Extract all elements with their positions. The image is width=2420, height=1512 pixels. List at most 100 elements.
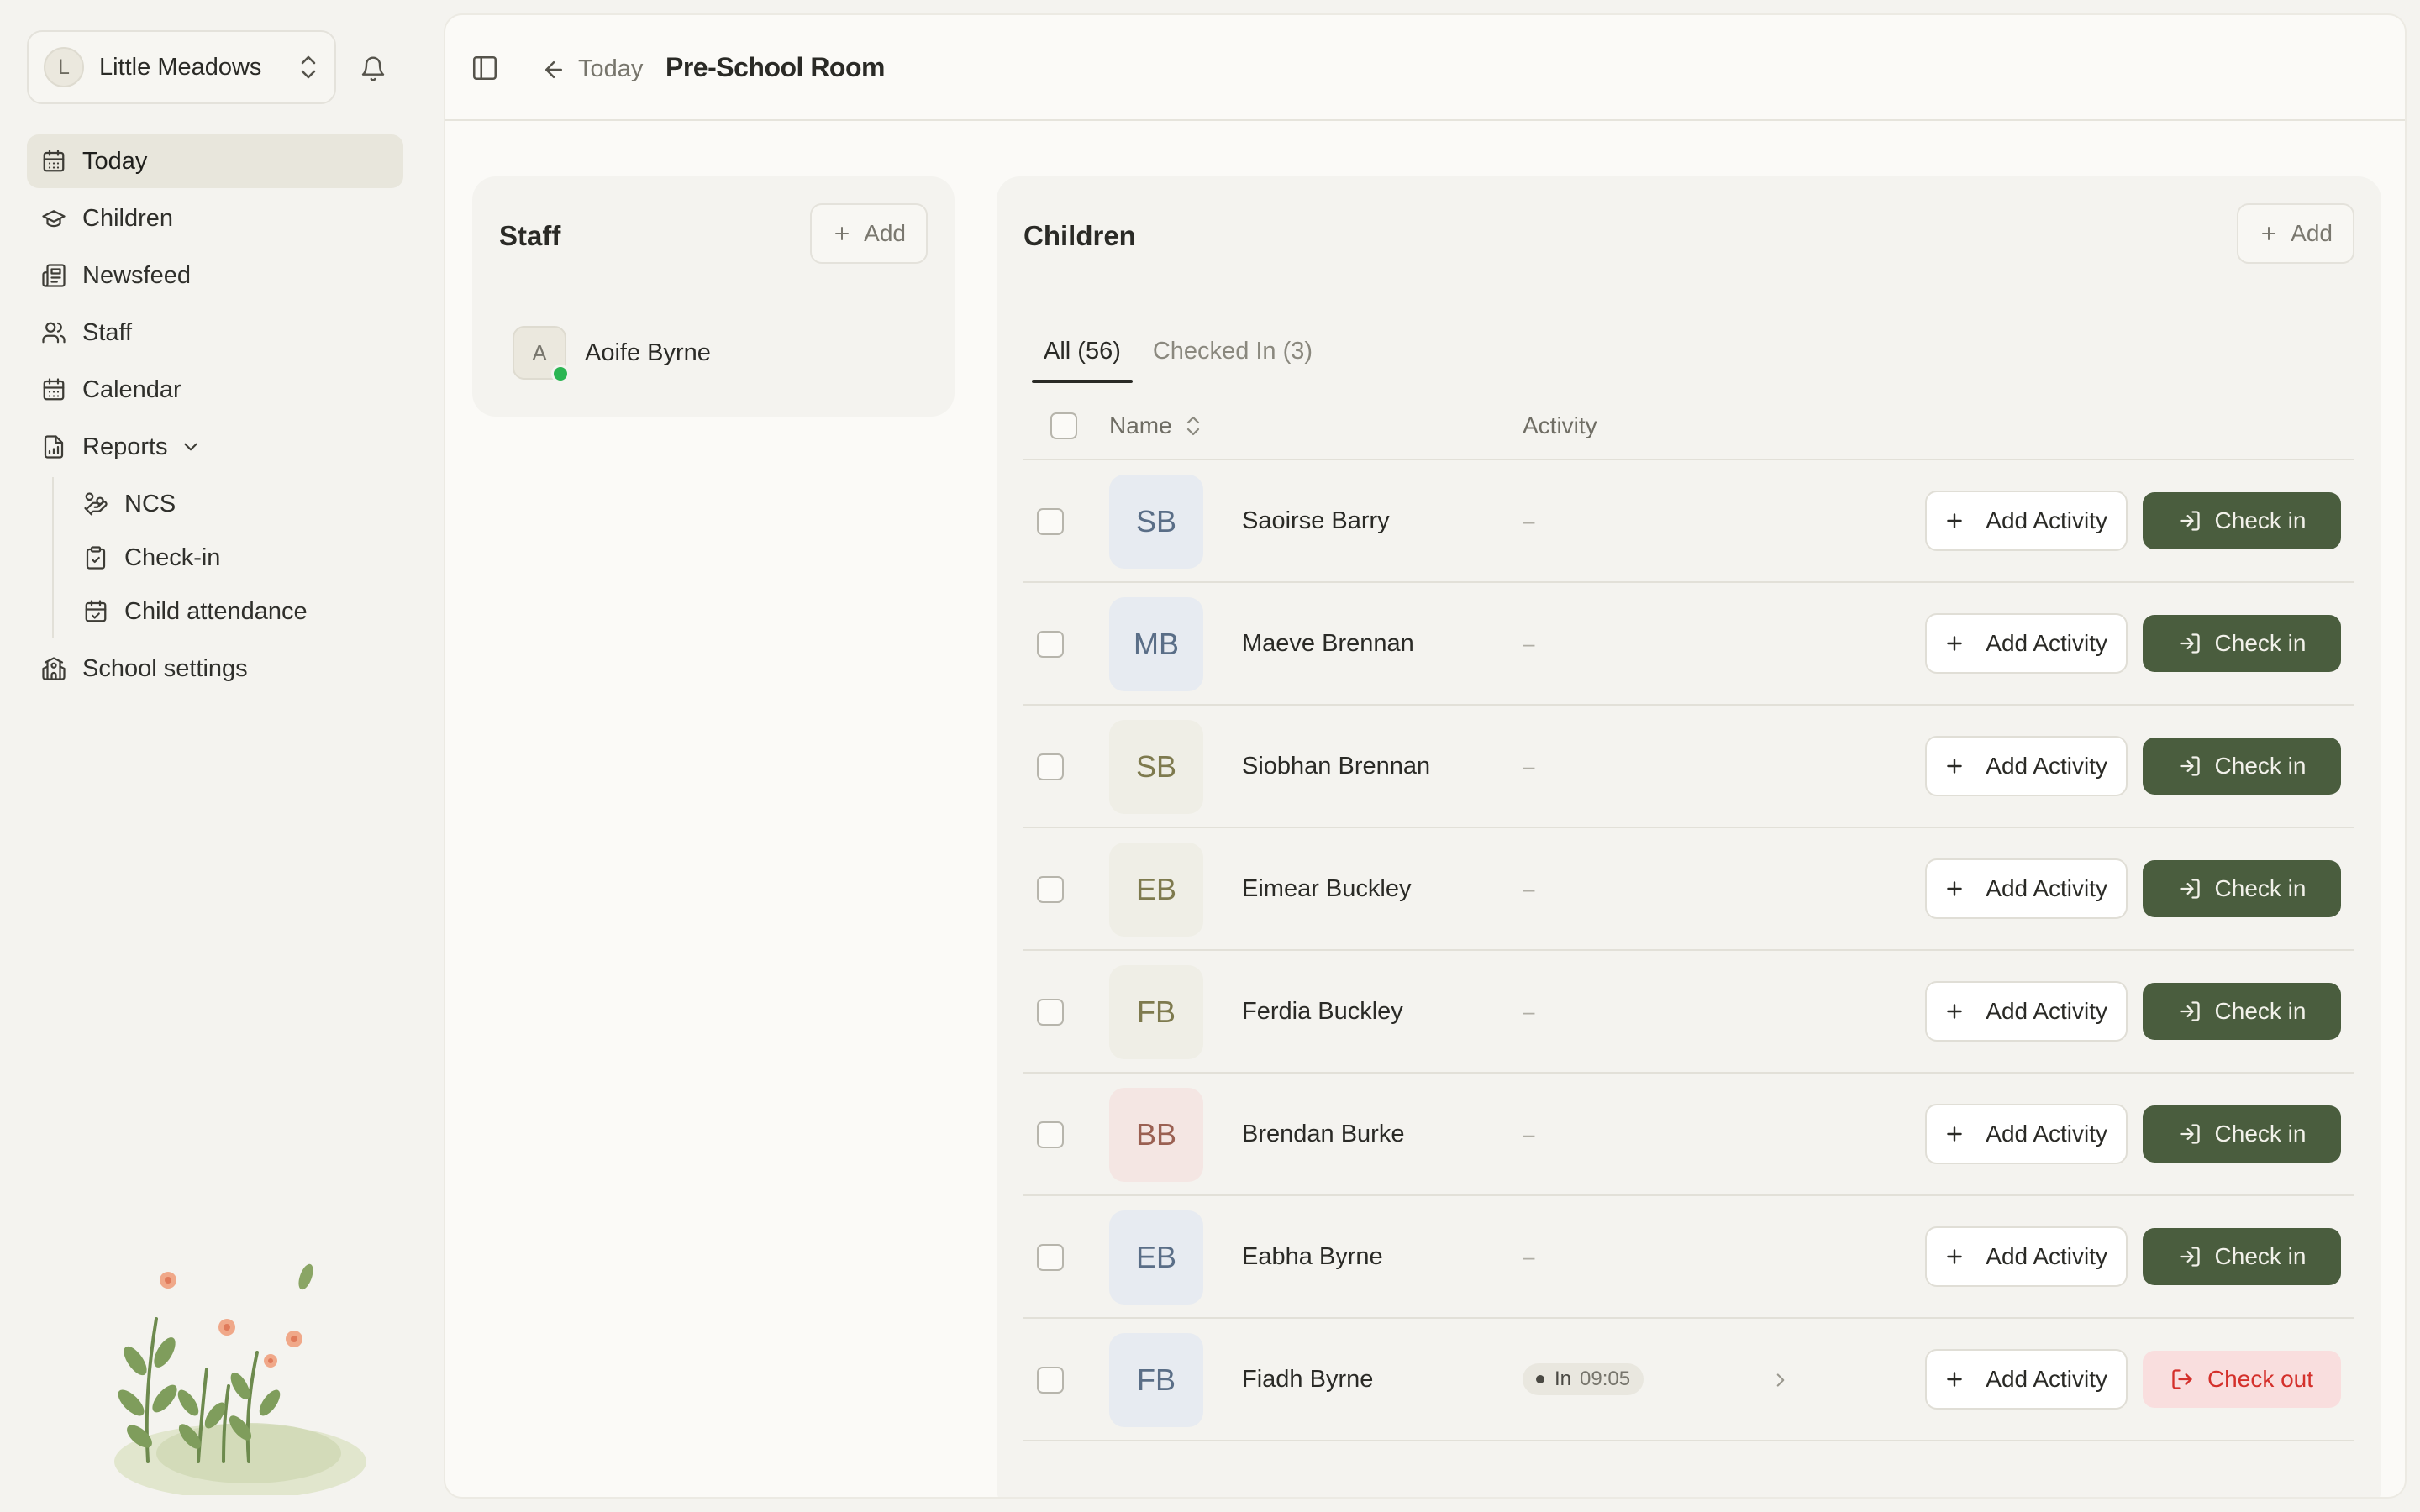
plus-icon (2259, 223, 2279, 244)
check-out-button[interactable]: Check out (2143, 1351, 2341, 1408)
add-activity-button[interactable]: Add Activity (1925, 1349, 2128, 1410)
log-in-icon (2178, 877, 2202, 900)
child-name[interactable]: Maeve Brennan (1242, 630, 1414, 658)
check-in-button[interactable]: Check in (2143, 983, 2341, 1040)
file-chart-icon (40, 433, 67, 460)
calendar-icon (40, 376, 67, 403)
activity-value: – (1523, 1243, 1535, 1269)
row-checkbox[interactable] (1037, 1367, 1064, 1394)
activity-value: – (1523, 630, 1535, 656)
name-column-label: Name (1109, 412, 1172, 438)
add-activity-label: Add Activity (1986, 507, 2107, 533)
nav-item-children[interactable]: Children (27, 192, 403, 245)
check-in-button[interactable]: Check in (2143, 1105, 2341, 1163)
check-in-label: Check in (2214, 875, 2307, 901)
add-activity-label: Add Activity (1986, 1243, 2107, 1269)
child-initials-avatar: MB (1109, 597, 1203, 691)
staff-card: Staff Add A Aoife Byrne (472, 176, 955, 417)
arrow-left-icon (541, 57, 566, 82)
nav-item-calendar[interactable]: Calendar (27, 363, 403, 417)
add-staff-button[interactable]: Add (810, 203, 928, 264)
add-activity-label: Add Activity (1986, 875, 2107, 901)
check-in-label: Check in (2214, 753, 2307, 779)
status-time: 09:05 (1580, 1368, 1631, 1390)
name-column-header[interactable]: Name (1109, 412, 1202, 439)
table-row: BB Brendan Burke – Add Activity Check in (1023, 1074, 2354, 1196)
nav-item-school-settings[interactable]: School settings (27, 642, 403, 696)
nav-item-ncs[interactable]: NCS (82, 477, 403, 531)
tab-checked-in[interactable]: Checked In (3) (1141, 324, 1324, 378)
add-activity-label: Add Activity (1986, 753, 2107, 779)
add-activity-button[interactable]: Add Activity (1925, 858, 2128, 919)
reports-subnav: NCS Check-in Child attendance (52, 477, 403, 638)
add-activity-button[interactable]: Add Activity (1925, 613, 2128, 674)
plus-icon (1944, 878, 1965, 900)
add-activity-label: Add Activity (1986, 1366, 2107, 1392)
child-name[interactable]: Fiadh Byrne (1242, 1366, 1373, 1394)
children-card: Children Add All (56) Checked In (3) Nam… (997, 176, 2381, 1497)
breadcrumb-back-link[interactable]: Today (541, 55, 643, 83)
chevron-right-icon[interactable] (1770, 1369, 1791, 1391)
table-row: FB Fiadh Byrne Add Activity Check out In… (1023, 1319, 2354, 1441)
row-checkbox[interactable] (1037, 999, 1064, 1026)
add-child-button[interactable]: Add (2237, 203, 2354, 264)
staff-member-row[interactable]: A Aoife Byrne (513, 326, 711, 383)
nav-item-label: Child attendance (124, 597, 308, 625)
child-name[interactable]: Siobhan Brennan (1242, 753, 1430, 780)
plus-icon (1944, 1246, 1965, 1268)
child-initials-avatar: FB (1109, 1333, 1203, 1427)
table-body: SB Saoirse Barry – Add Activity Check in… (1023, 460, 2354, 1441)
nav-item-label: Newsfeed (82, 261, 191, 289)
log-in-icon (2178, 632, 2202, 655)
check-in-button[interactable]: Check in (2143, 860, 2341, 917)
online-status-dot (551, 365, 570, 383)
add-activity-button[interactable]: Add Activity (1925, 736, 2128, 796)
child-name[interactable]: Eimear Buckley (1242, 875, 1411, 903)
school-switcher[interactable]: L Little Meadows (27, 30, 336, 104)
check-in-button[interactable]: Check in (2143, 1228, 2341, 1285)
check-in-label: Check in (2214, 1121, 2307, 1147)
plus-icon (1944, 755, 1965, 777)
nav-item-reports[interactable]: Reports (27, 420, 403, 474)
sidebar-toggle-button[interactable] (471, 54, 501, 84)
row-checkbox[interactable] (1037, 1244, 1064, 1271)
select-all-checkbox[interactable] (1050, 412, 1077, 439)
nav-item-newsfeed[interactable]: Newsfeed (27, 249, 403, 302)
row-checkbox[interactable] (1037, 508, 1064, 535)
child-name[interactable]: Eabha Byrne (1242, 1243, 1383, 1271)
row-checkbox[interactable] (1037, 1121, 1064, 1148)
chevron-down-icon (180, 436, 202, 458)
add-activity-button[interactable]: Add Activity (1925, 1226, 2128, 1287)
nav-item-staff[interactable]: Staff (27, 306, 403, 360)
child-name[interactable]: Ferdia Buckley (1242, 998, 1403, 1026)
child-initials-avatar: FB (1109, 965, 1203, 1059)
chevrons-up-down-icon (297, 53, 319, 81)
check-out-label: Check out (2207, 1366, 2314, 1392)
activity-value: – (1523, 507, 1535, 533)
activity-value: – (1523, 875, 1535, 901)
check-in-label: Check in (2214, 1243, 2307, 1269)
check-in-button[interactable]: Check in (2143, 492, 2341, 549)
staff-card-title: Staff (499, 220, 561, 251)
hand-coins-icon (82, 491, 109, 517)
nav-item-label: Reports (82, 433, 168, 460)
add-activity-button[interactable]: Add Activity (1925, 491, 2128, 551)
nav-item-check-in[interactable]: Check-in (82, 531, 403, 585)
tab-all[interactable]: All (56) (1032, 324, 1133, 383)
log-in-icon (2178, 1000, 2202, 1023)
child-name[interactable]: Saoirse Barry (1242, 507, 1390, 535)
row-checkbox[interactable] (1037, 753, 1064, 780)
add-activity-button[interactable]: Add Activity (1925, 1104, 2128, 1164)
notifications-button[interactable] (353, 49, 393, 89)
child-name[interactable]: Brendan Burke (1242, 1121, 1404, 1148)
check-in-label: Check in (2214, 630, 2307, 656)
nav-item-today[interactable]: Today (27, 134, 403, 188)
nav-item-child-attendance[interactable]: Child attendance (82, 585, 403, 638)
row-checkbox[interactable] (1037, 876, 1064, 903)
check-in-button[interactable]: Check in (2143, 738, 2341, 795)
check-in-button[interactable]: Check in (2143, 615, 2341, 672)
row-checkbox[interactable] (1037, 631, 1064, 658)
sidebar: L Little Meadows Today Children Newsfeed… (0, 0, 437, 1512)
add-activity-button[interactable]: Add Activity (1925, 981, 2128, 1042)
child-initials-avatar: SB (1109, 720, 1203, 814)
